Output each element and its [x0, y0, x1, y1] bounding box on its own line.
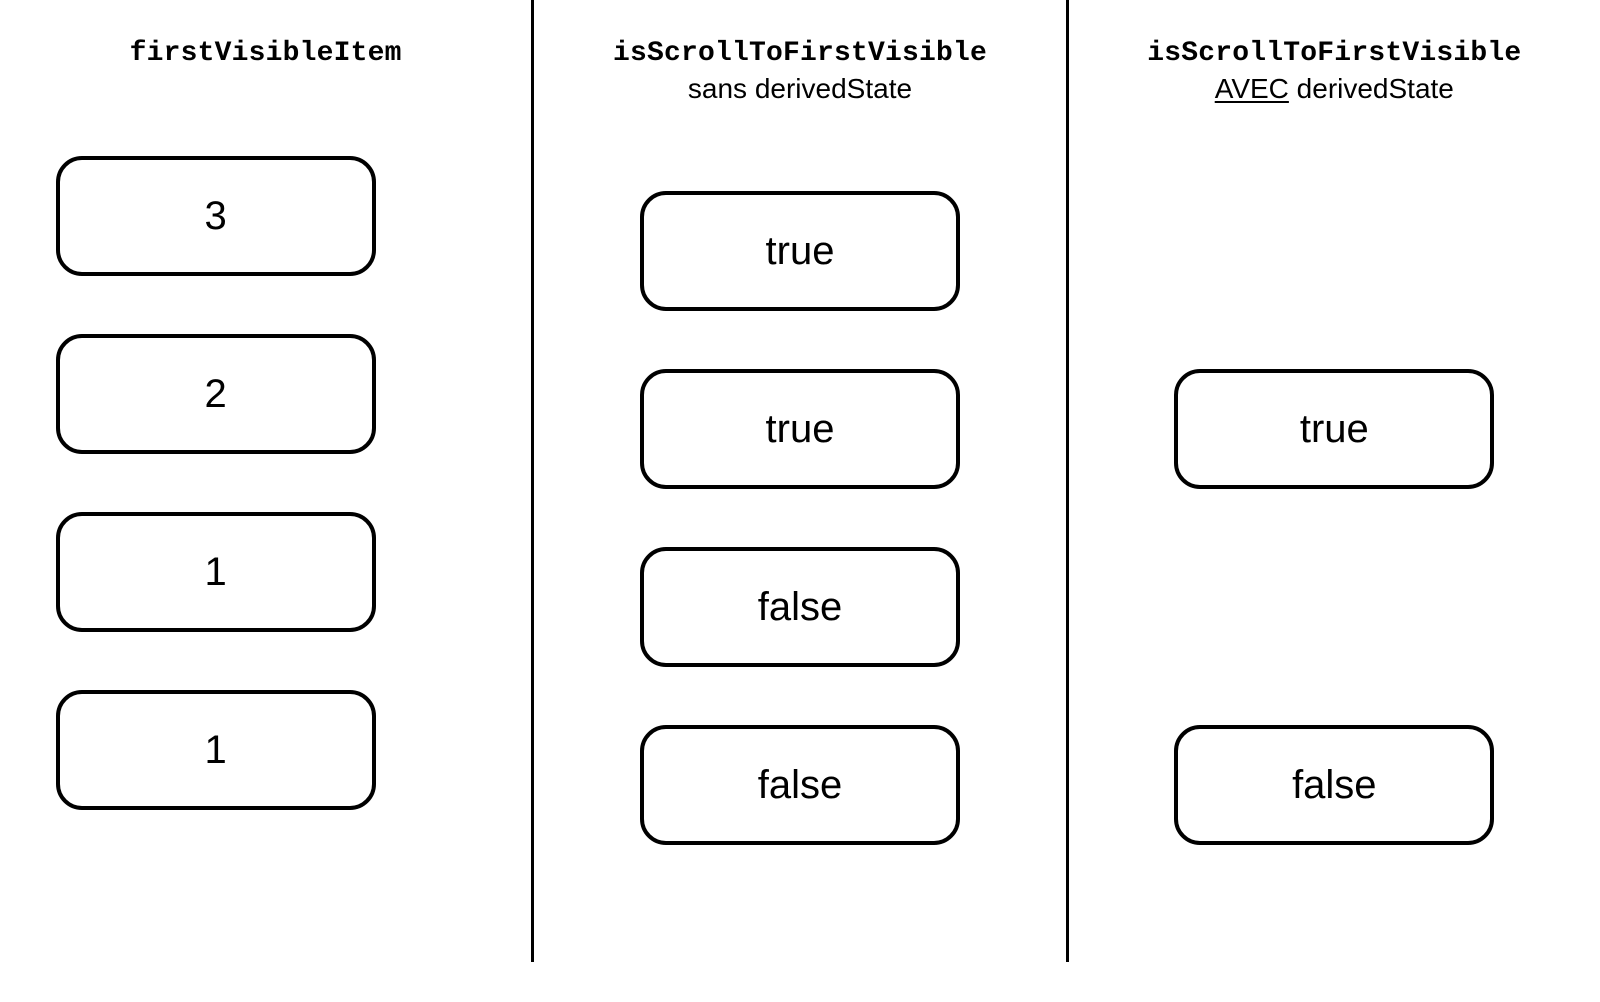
column-3-heading: isScrollToFirstVisible AVEC derivedState: [1147, 36, 1521, 106]
column-1-heading: firstVisibleItem: [130, 36, 402, 71]
cell-col3-row2: true: [1174, 369, 1494, 489]
cell-col3-row1-empty: [1174, 191, 1494, 311]
cell-col1-row1: 3: [56, 156, 376, 276]
cell-col2-row2: true: [640, 369, 960, 489]
column-3-subtitle-underlined: AVEC: [1215, 73, 1289, 104]
cell-col2-row4: false: [640, 725, 960, 845]
column-sans-derived-state: isScrollToFirstVisible sans derivedState…: [534, 0, 1065, 1002]
column-3-cells: true false: [1069, 176, 1600, 860]
column-2-title: isScrollToFirstVisible: [613, 36, 987, 71]
column-1-title: firstVisibleItem: [130, 36, 402, 71]
column-2-heading: isScrollToFirstVisible sans derivedState: [613, 36, 987, 106]
cell-col3-row4: false: [1174, 725, 1494, 845]
column-2-subtitle: sans derivedState: [613, 71, 987, 106]
cell-col1-row4: 1: [56, 690, 376, 810]
column-3-title: isScrollToFirstVisible: [1147, 36, 1521, 71]
cell-col2-row1: true: [640, 191, 960, 311]
column-2-cells: true true false false: [534, 176, 1065, 860]
cell-col3-row3-empty: [1174, 547, 1494, 667]
cell-col2-row3: false: [640, 547, 960, 667]
cell-col1-row2: 2: [56, 334, 376, 454]
column-1-cells: 3 2 1 1: [0, 141, 531, 825]
cell-col1-row3: 1: [56, 512, 376, 632]
column-3-subtitle: AVEC derivedState: [1147, 71, 1521, 106]
column-avec-derived-state: isScrollToFirstVisible AVEC derivedState…: [1069, 0, 1600, 1002]
column-first-visible-item: firstVisibleItem 3 2 1 1: [0, 0, 531, 1002]
column-3-subtitle-rest: derivedState: [1289, 73, 1454, 104]
diagram-container: firstVisibleItem 3 2 1 1 isScrollToFirst…: [0, 0, 1600, 1002]
